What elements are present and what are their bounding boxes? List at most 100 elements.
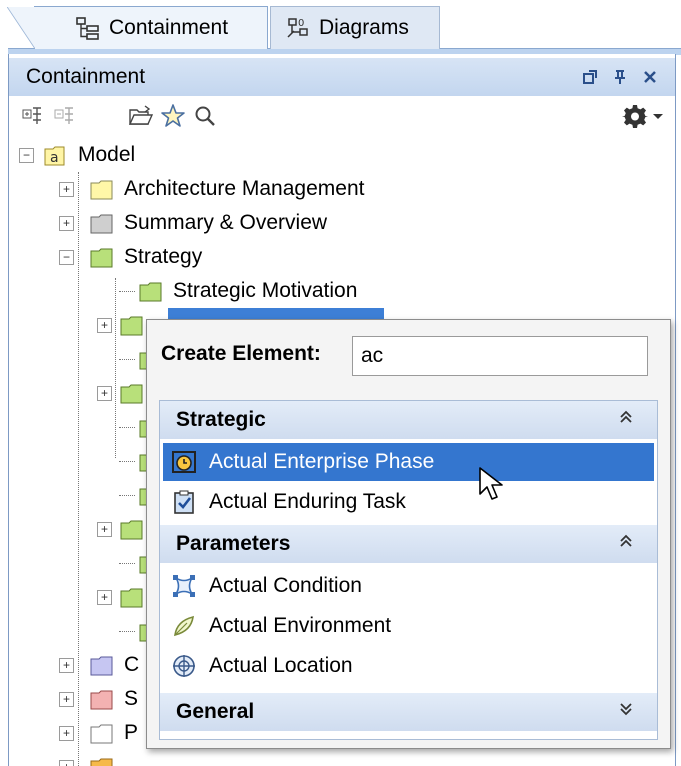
folder-icon bbox=[90, 655, 116, 676]
tree-item-strategy[interactable]: − Strategy bbox=[59, 240, 202, 274]
item-label: Actual Location bbox=[209, 654, 353, 677]
folder-icon bbox=[120, 519, 146, 540]
tab-label: Containment bbox=[109, 16, 229, 39]
group-label: Parameters bbox=[176, 532, 291, 555]
dropdown-arrow-icon[interactable] bbox=[649, 102, 667, 130]
create-element-popup: Create Element: Strategic Actual Enterpr… bbox=[146, 319, 671, 749]
expand-toggle[interactable]: + bbox=[97, 521, 112, 537]
tab-containment[interactable]: Containment bbox=[7, 6, 268, 49]
close-icon[interactable] bbox=[639, 66, 661, 88]
group-label: General bbox=[176, 700, 255, 723]
tree-label: Strategy bbox=[124, 245, 203, 268]
model-icon: a bbox=[44, 145, 70, 166]
group-header-strategic[interactable]: Strategic bbox=[160, 401, 657, 439]
gear-icon[interactable] bbox=[621, 102, 649, 130]
expand-toggle[interactable]: + bbox=[59, 725, 74, 741]
tree-item-p[interactable]: + P bbox=[59, 716, 138, 750]
folder-icon bbox=[120, 315, 146, 336]
collapse-chevron-icon[interactable] bbox=[619, 533, 633, 554]
tree-item-s[interactable]: + S bbox=[59, 682, 138, 716]
tree-item-c[interactable]: + C bbox=[59, 648, 139, 682]
expand-toggle[interactable]: + bbox=[59, 691, 74, 707]
tree-label: Architecture Management bbox=[124, 177, 365, 200]
tree-label: C bbox=[124, 653, 140, 676]
open-folder-icon[interactable] bbox=[127, 102, 155, 130]
svg-text:a: a bbox=[50, 150, 59, 166]
tree-connector bbox=[119, 290, 135, 292]
list-item-actual-condition[interactable]: Actual Condition bbox=[163, 567, 654, 605]
tree-connector bbox=[119, 460, 135, 462]
tree-item-partial[interactable]: + bbox=[59, 750, 124, 766]
tree-item-summary-overview[interactable]: + Summary & Overview bbox=[59, 206, 327, 240]
condition-icon bbox=[171, 573, 197, 599]
pin-icon[interactable] bbox=[609, 66, 631, 88]
tree-item-architecture-management[interactable]: + Architecture Management bbox=[59, 172, 364, 206]
tree-connector bbox=[119, 426, 135, 428]
list-item-actual-enduring-task[interactable]: Actual Enduring Task bbox=[163, 483, 654, 521]
containment-icon bbox=[75, 15, 101, 41]
folder-icon bbox=[90, 757, 116, 766]
tree-connector bbox=[119, 562, 135, 564]
list-item-actual-location[interactable]: Actual Location bbox=[163, 647, 654, 685]
element-list: Strategic Actual Enterprise Phase Actual… bbox=[159, 400, 658, 740]
folder-icon bbox=[120, 587, 146, 608]
collapse-tree-icon[interactable] bbox=[51, 102, 79, 130]
mouse-pointer-icon bbox=[478, 466, 508, 502]
tree-connector bbox=[119, 494, 135, 496]
tab-label: Diagrams bbox=[319, 16, 409, 39]
enterprise-phase-icon bbox=[171, 449, 197, 475]
list-item-actual-enterprise-phase[interactable]: Actual Enterprise Phase bbox=[163, 443, 654, 481]
folder-icon bbox=[90, 247, 116, 268]
folder-icon bbox=[90, 213, 116, 234]
group-header-parameters[interactable]: Parameters bbox=[160, 525, 657, 563]
expand-toggle[interactable]: + bbox=[59, 759, 74, 766]
expand-chevron-icon[interactable] bbox=[619, 701, 633, 722]
group-header-general[interactable]: General bbox=[160, 693, 657, 731]
tree-item-strategic-motivation[interactable]: Strategic Motivation bbox=[119, 274, 357, 308]
item-label: Actual Condition bbox=[209, 574, 362, 597]
item-label: Actual Environment bbox=[209, 614, 392, 637]
folder-icon bbox=[120, 383, 146, 404]
tree-label: P bbox=[124, 721, 139, 744]
collapse-toggle[interactable]: − bbox=[19, 147, 34, 163]
search-icon[interactable] bbox=[191, 102, 219, 130]
tree-label: Model bbox=[78, 143, 136, 166]
expand-toggle[interactable]: + bbox=[59, 215, 74, 231]
collapse-toggle[interactable]: − bbox=[59, 249, 74, 265]
create-element-label: Create Element: bbox=[161, 342, 321, 365]
enduring-task-icon bbox=[171, 489, 197, 515]
item-label: Actual Enduring Task bbox=[209, 490, 406, 513]
tree-connector bbox=[119, 358, 135, 360]
panel-toolbar bbox=[9, 96, 675, 136]
float-icon[interactable] bbox=[579, 66, 601, 88]
item-label: Actual Enterprise Phase bbox=[209, 450, 435, 473]
environment-icon bbox=[171, 613, 197, 639]
tab-slope bbox=[7, 7, 35, 49]
svg-text:0: 0 bbox=[298, 18, 304, 29]
tree-label: Strategic Motivation bbox=[173, 279, 358, 302]
tree-guide bbox=[115, 278, 116, 458]
expand-tree-icon[interactable] bbox=[19, 102, 47, 130]
location-icon bbox=[171, 653, 197, 679]
expand-toggle[interactable]: + bbox=[59, 657, 74, 673]
expand-toggle[interactable]: + bbox=[59, 181, 74, 197]
folder-icon bbox=[90, 723, 116, 744]
panel-title: Containment bbox=[26, 65, 146, 88]
panel-titlebar: Containment bbox=[9, 58, 675, 96]
folder-icon bbox=[139, 281, 165, 302]
folder-icon bbox=[90, 689, 116, 710]
star-icon[interactable] bbox=[159, 102, 187, 130]
tab-strip: Containment 0 Diagrams bbox=[0, 0, 681, 55]
tree-label: Summary & Overview bbox=[124, 211, 328, 234]
expand-toggle[interactable]: + bbox=[97, 385, 112, 401]
create-element-input[interactable] bbox=[352, 336, 648, 376]
expand-toggle[interactable]: + bbox=[97, 317, 112, 333]
collapse-chevron-icon[interactable] bbox=[619, 409, 633, 430]
list-item-actual-environment[interactable]: Actual Environment bbox=[163, 607, 654, 645]
expand-toggle[interactable]: + bbox=[97, 589, 112, 605]
tab-diagrams[interactable]: 0 Diagrams bbox=[270, 6, 440, 49]
diagrams-icon: 0 bbox=[285, 15, 311, 41]
folder-icon bbox=[90, 179, 116, 200]
tree-item-model[interactable]: − a Model bbox=[19, 138, 135, 172]
tree-connector bbox=[119, 630, 135, 632]
